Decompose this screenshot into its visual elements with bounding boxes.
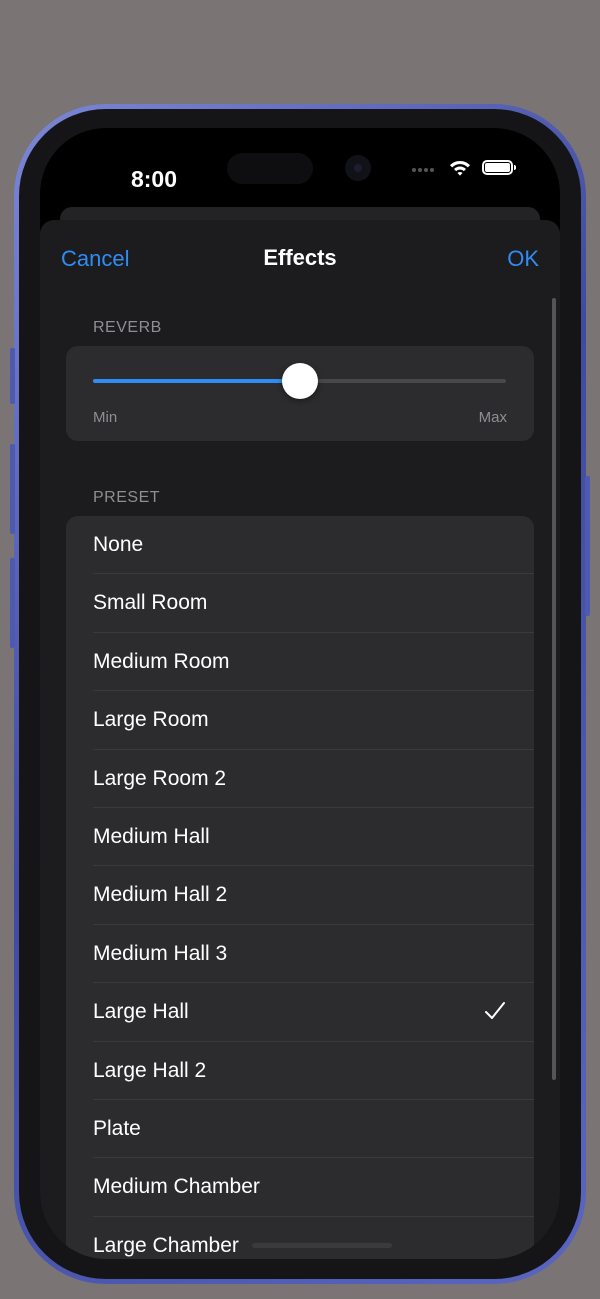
slider-max-label: Max: [478, 409, 507, 426]
preset-label: Large Hall 2: [93, 1058, 207, 1082]
preset-row[interactable]: None: [66, 516, 534, 575]
power-button: [585, 476, 590, 616]
reverb-slider[interactable]: [93, 363, 506, 399]
action-button: [10, 348, 15, 404]
effects-sheet: Cancel Effects OK REVERB Min Max PRESET …: [40, 220, 560, 1259]
reverb-section-header: REVERB: [93, 319, 162, 336]
scrollbar[interactable]: [552, 298, 556, 1080]
preset-row[interactable]: Large Room: [66, 691, 534, 750]
preset-row[interactable]: Medium Hall 2: [66, 866, 534, 926]
preset-label: None: [93, 533, 144, 556]
preset-row[interactable]: Medium Room: [66, 633, 534, 692]
battery-icon: [482, 160, 516, 175]
volume-up-button: [10, 444, 15, 534]
preset-label: Large Chamber: [93, 1233, 239, 1257]
preset-row[interactable]: Large Room 2: [66, 750, 534, 809]
preset-label: Medium Hall: [93, 824, 210, 848]
preset-row[interactable]: Large Chamber: [66, 1217, 534, 1259]
preset-label: Medium Chamber: [93, 1175, 260, 1199]
dynamic-island: [227, 153, 313, 184]
checkmark-icon: [485, 1002, 505, 1020]
preset-label: Small Room: [93, 591, 208, 615]
preset-label: Large Room 2: [93, 766, 227, 790]
preset-row[interactable]: Large Hall: [66, 983, 534, 1042]
preset-row[interactable]: Large Hall 2: [66, 1042, 534, 1101]
preset-row[interactable]: Medium Chamber: [66, 1158, 534, 1218]
preset-label: Plate: [93, 1116, 141, 1140]
front-camera: [345, 155, 371, 181]
preset-label: Medium Room: [93, 649, 230, 673]
status-icons: [412, 157, 522, 181]
cancel-button[interactable]: Cancel: [61, 246, 129, 272]
status-time: 8:00: [130, 166, 178, 192]
home-indicator[interactable]: [252, 1243, 392, 1248]
preset-label: Medium Hall 3: [93, 941, 228, 965]
preset-list: None Small Room Medium Room Large Room Large…: [66, 516, 534, 1259]
reverb-slider-fill: [93, 379, 300, 383]
reverb-slider-thumb[interactable]: [281, 363, 318, 399]
reverb-card: Min Max: [66, 346, 534, 441]
wifi-icon: [450, 161, 470, 176]
preset-label: Large Room: [93, 708, 209, 732]
volume-down-button: [10, 558, 15, 648]
preset-row[interactable]: Plate: [66, 1100, 534, 1159]
phone-screen: 8:00 Cancel Effects OK REVERB Min Max PR…: [40, 128, 560, 1259]
preset-section-header: PRESET: [93, 489, 161, 506]
preset-row[interactable]: Small Room: [66, 574, 534, 634]
ok-button[interactable]: OK: [507, 246, 539, 272]
slider-min-label: Min: [93, 409, 118, 426]
preset-row[interactable]: Medium Hall: [66, 808, 534, 867]
preset-label: Large Hall: [93, 1000, 189, 1024]
preset-label: Medium Hall 2: [93, 883, 228, 907]
preset-row[interactable]: Medium Hall 3: [66, 925, 534, 984]
